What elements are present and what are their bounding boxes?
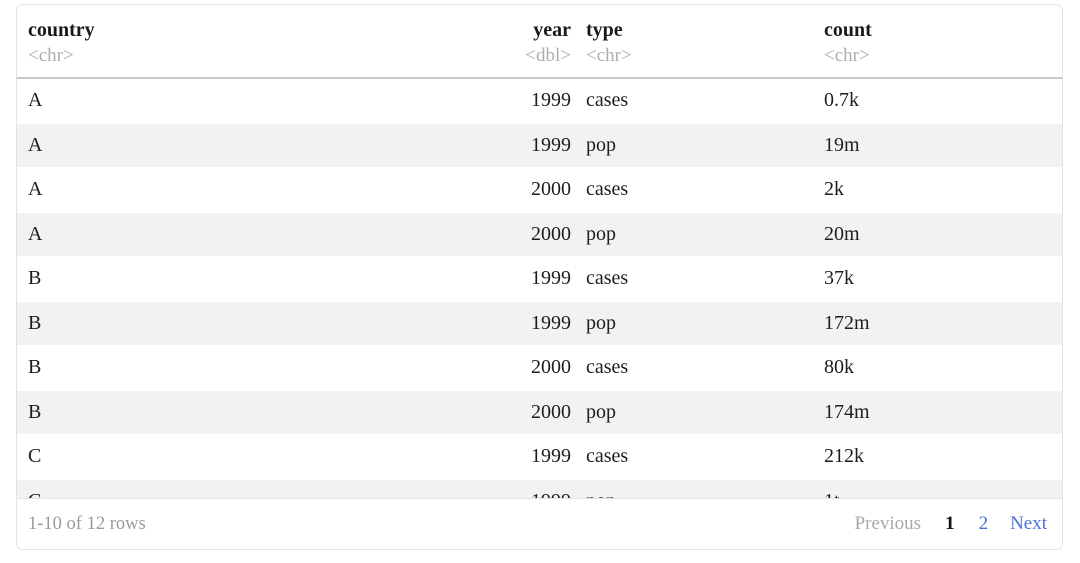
cell-count: 174m (813, 389, 1062, 435)
cell-count: 20m (813, 211, 1062, 257)
cell-country: A (17, 122, 495, 168)
column-header-count-label: count (824, 19, 872, 41)
table-row: B 1999 pop 172m (17, 300, 1062, 346)
column-header-type[interactable]: type <chr> (575, 5, 813, 79)
cell-count: 37k (813, 256, 1062, 301)
cell-year: 2000 (495, 211, 575, 257)
cell-country: C (17, 434, 495, 479)
cell-count: 172m (813, 300, 1062, 346)
data-table: country <chr> year <dbl> type <chr> coun… (17, 5, 1062, 523)
table-footer: 1-10 of 12 rows Previous 1 2 Next (17, 498, 1062, 549)
cell-type: pop (575, 122, 813, 168)
cell-year: 2000 (495, 167, 575, 212)
column-header-country-label: country (28, 19, 95, 41)
cell-year: 2000 (495, 345, 575, 390)
cell-type: cases (575, 256, 813, 301)
data-table-card: country <chr> year <dbl> type <chr> coun… (16, 4, 1063, 550)
row-count-label: 1-10 of 12 rows (28, 513, 146, 534)
column-header-year-type: <dbl> (525, 45, 571, 66)
table-row: C 1999 cases 212k (17, 434, 1062, 479)
cell-count: 212k (813, 434, 1062, 479)
column-header-count[interactable]: count <chr> (813, 5, 1062, 79)
cell-country: A (17, 211, 495, 257)
column-header-year-label: year (533, 19, 571, 41)
cell-country: A (17, 77, 495, 123)
cell-year: 1999 (495, 434, 575, 479)
cell-count: 80k (813, 345, 1062, 390)
pagination-next-button[interactable]: Next (999, 511, 1051, 537)
table-row: B 1999 cases 37k (17, 256, 1062, 301)
cell-year: 1999 (495, 300, 575, 346)
column-header-type-label: type (586, 19, 623, 41)
table-row: A 2000 cases 2k (17, 167, 1062, 212)
cell-year: 1999 (495, 256, 575, 301)
table-row: A 1999 pop 19m (17, 122, 1062, 168)
pagination: Previous 1 2 Next (844, 511, 1051, 537)
cell-type: cases (575, 434, 813, 479)
cell-count: 2k (813, 167, 1062, 212)
column-header-year[interactable]: year <dbl> (495, 5, 575, 79)
pagination-page-1[interactable]: 1 (932, 511, 968, 537)
table-row: B 2000 pop 174m (17, 389, 1062, 435)
cell-country: B (17, 256, 495, 301)
cell-type: pop (575, 211, 813, 257)
table-body: A 1999 cases 0.7k A 1999 pop 19m A 2000 … (17, 77, 1062, 523)
table-header: country <chr> year <dbl> type <chr> coun… (17, 5, 1062, 79)
cell-year: 2000 (495, 389, 575, 435)
cell-year: 1999 (495, 122, 575, 168)
pagination-previous-button[interactable]: Previous (844, 511, 933, 537)
table-row: B 2000 cases 80k (17, 345, 1062, 390)
cell-count: 0.7k (813, 77, 1062, 123)
cell-type: pop (575, 389, 813, 435)
cell-country: B (17, 345, 495, 390)
column-header-count-type: <chr> (824, 45, 870, 66)
column-header-type-type: <chr> (586, 45, 632, 66)
column-header-country[interactable]: country <chr> (17, 5, 495, 79)
table-row: A 1999 cases 0.7k (17, 77, 1062, 123)
cell-type: pop (575, 300, 813, 346)
cell-type: cases (575, 345, 813, 390)
column-header-country-type: <chr> (28, 45, 74, 66)
cell-year: 1999 (495, 77, 575, 123)
cell-country: A (17, 167, 495, 212)
cell-type: cases (575, 77, 813, 123)
cell-country: B (17, 300, 495, 346)
table-row: A 2000 pop 20m (17, 211, 1062, 257)
table-header-row: country <chr> year <dbl> type <chr> coun… (17, 5, 1062, 79)
cell-count: 19m (813, 122, 1062, 168)
cell-type: cases (575, 167, 813, 212)
pagination-page-2[interactable]: 2 (968, 511, 1000, 537)
cell-country: B (17, 389, 495, 435)
